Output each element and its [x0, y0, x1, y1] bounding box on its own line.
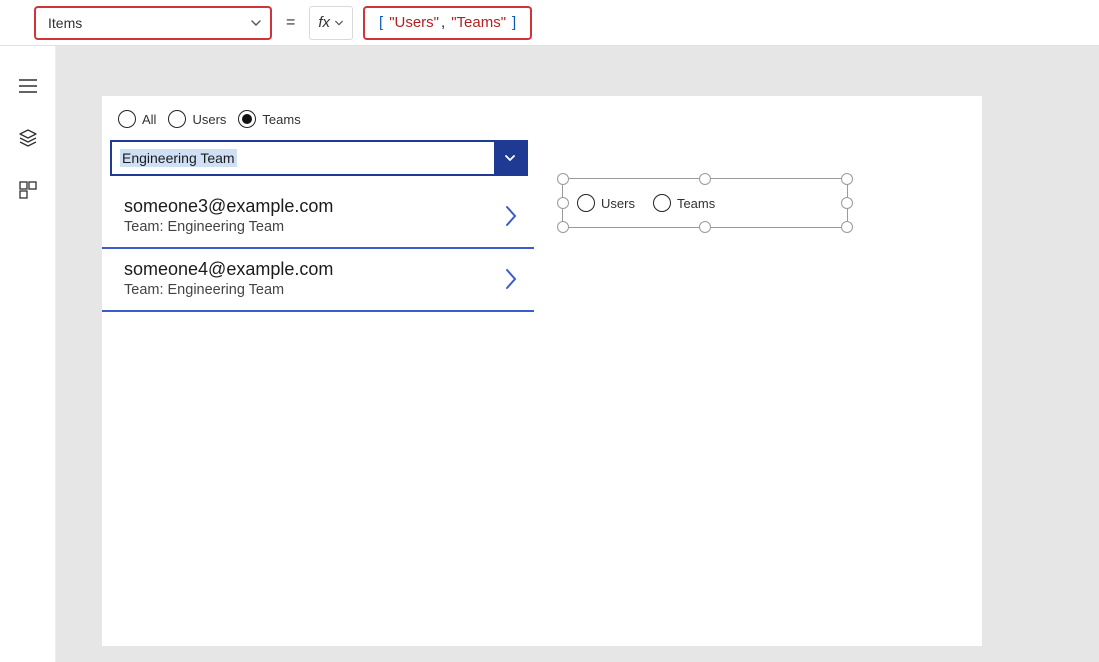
apps-icon[interactable]: [18, 180, 38, 200]
list-item[interactable]: someone3@example.com Team: Engineering T…: [102, 186, 534, 249]
radio-label: All: [142, 112, 156, 127]
chevron-down-icon: [494, 142, 526, 174]
radio-label: Users: [192, 112, 226, 127]
formula-token-comma: ,: [441, 14, 449, 31]
left-sidebar: [0, 46, 56, 662]
radio-icon: [168, 110, 186, 128]
fx-button[interactable]: fx: [309, 6, 353, 40]
list-item-subtitle: Team: Engineering Team: [124, 282, 333, 298]
radio-option-teams[interactable]: Teams: [238, 110, 300, 128]
radio-icon: [577, 194, 595, 212]
resize-handle[interactable]: [557, 173, 569, 185]
chevron-down-icon: [334, 18, 344, 28]
radio-label: Users: [601, 196, 635, 211]
radio-option-users[interactable]: Users: [168, 110, 226, 128]
chevron-down-icon: [250, 17, 262, 29]
radio-option-teams[interactable]: Teams: [653, 194, 715, 212]
app-screen: All Users Teams Engineering Team: [102, 96, 982, 646]
list-item-subtitle: Team: Engineering Team: [124, 219, 333, 235]
list-item-title: someone3@example.com: [124, 196, 333, 217]
formula-token-open: [: [375, 14, 387, 31]
canvas-area[interactable]: All Users Teams Engineering Team: [56, 46, 1099, 662]
results-gallery: someone3@example.com Team: Engineering T…: [102, 186, 534, 312]
radio-label: Teams: [262, 112, 300, 127]
chevron-right-icon: [502, 203, 520, 229]
resize-handle[interactable]: [841, 197, 853, 209]
list-item[interactable]: someone4@example.com Team: Engineering T…: [102, 249, 534, 312]
fx-label: fx: [318, 14, 330, 31]
resize-handle[interactable]: [841, 173, 853, 185]
layers-icon[interactable]: [18, 128, 38, 148]
property-selector[interactable]: Items: [34, 6, 272, 40]
chevron-right-icon: [502, 266, 520, 292]
formula-input[interactable]: [ "Users" , "Teams" ]: [363, 6, 532, 40]
filter-radio-group[interactable]: All Users Teams: [118, 110, 301, 128]
equals-sign: =: [282, 14, 299, 32]
selected-radio-control[interactable]: Users Teams: [562, 178, 848, 228]
hamburger-icon[interactable]: [18, 76, 38, 96]
resize-handle[interactable]: [841, 221, 853, 233]
formula-token-string: "Users": [389, 14, 439, 31]
dropdown-selected: Engineering Team: [112, 146, 494, 170]
property-selector-label: Items: [48, 15, 82, 31]
formula-bar: Items = fx [ "Users" , "Teams" ]: [0, 0, 1099, 46]
radio-label: Teams: [677, 196, 715, 211]
list-item-title: someone4@example.com: [124, 259, 333, 280]
resize-handle[interactable]: [699, 221, 711, 233]
formula-token-close: ]: [508, 14, 520, 31]
radio-icon: [238, 110, 256, 128]
radio-icon: [118, 110, 136, 128]
radio-icon: [653, 194, 671, 212]
team-dropdown[interactable]: Engineering Team: [110, 140, 528, 176]
radio-option-users[interactable]: Users: [577, 194, 635, 212]
radio-option-all[interactable]: All: [118, 110, 156, 128]
resize-handle[interactable]: [557, 197, 569, 209]
resize-handle[interactable]: [557, 221, 569, 233]
main-area: All Users Teams Engineering Team: [0, 46, 1099, 662]
formula-token-string: "Teams": [451, 14, 506, 31]
resize-handle[interactable]: [699, 173, 711, 185]
